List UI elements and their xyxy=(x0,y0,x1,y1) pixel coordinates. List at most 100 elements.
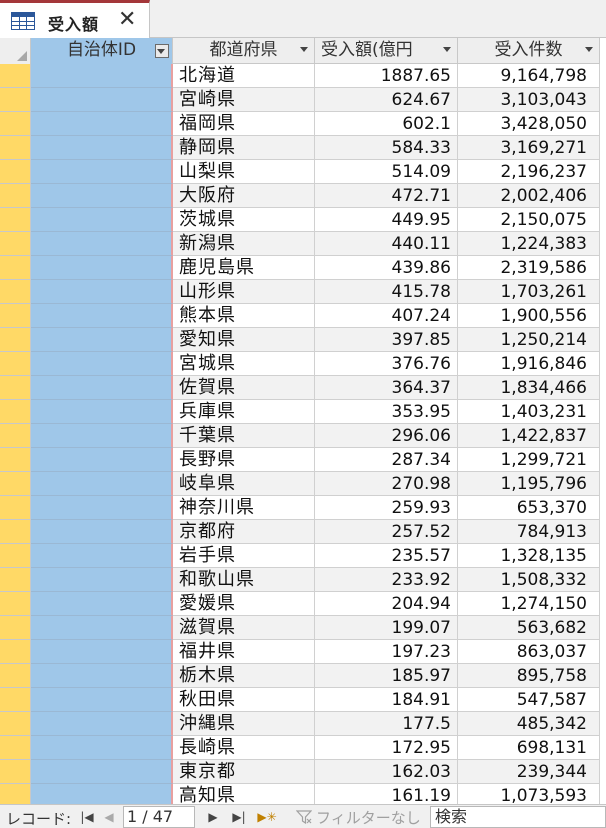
row-selector[interactable] xyxy=(0,184,31,208)
cell-count[interactable]: 239,344 xyxy=(458,760,600,784)
cell-prefecture[interactable]: 茨城県 xyxy=(173,208,315,232)
cell-prefecture[interactable]: 静岡県 xyxy=(173,136,315,160)
table-row[interactable]: 福井県 197.23 863,037 xyxy=(0,640,606,664)
row-selector[interactable] xyxy=(0,376,31,400)
cell-amount[interactable]: 1887.65 xyxy=(315,64,458,88)
cell-count[interactable]: 2,002,406 xyxy=(458,184,600,208)
cell-amount[interactable]: 376.76 xyxy=(315,352,458,376)
cell-count[interactable]: 653,370 xyxy=(458,496,600,520)
cell-amount[interactable]: 235.57 xyxy=(315,544,458,568)
cell-amount[interactable]: 172.95 xyxy=(315,736,458,760)
cell-count[interactable]: 1,274,150 xyxy=(458,592,600,616)
cell-amount[interactable]: 204.94 xyxy=(315,592,458,616)
cell-count[interactable]: 485,342 xyxy=(458,712,600,736)
table-row[interactable]: 秋田県 184.91 547,587 xyxy=(0,688,606,712)
table-row[interactable]: 兵庫県 353.95 1,403,231 xyxy=(0,400,606,424)
table-row[interactable]: 北海道 1887.65 9,164,798 xyxy=(0,64,606,88)
cell-prefecture[interactable]: 栃木県 xyxy=(173,664,315,688)
cell-prefecture[interactable]: 兵庫県 xyxy=(173,400,315,424)
row-selector[interactable] xyxy=(0,640,31,664)
table-row[interactable]: 高知県 161.19 1,073,593 xyxy=(0,784,606,804)
first-record-button[interactable]: |◀ xyxy=(80,809,94,825)
cell-amount[interactable]: 287.34 xyxy=(315,448,458,472)
cell-id[interactable] xyxy=(31,208,173,232)
table-row[interactable]: 栃木県 185.97 895,758 xyxy=(0,664,606,688)
cell-amount[interactable]: 197.23 xyxy=(315,640,458,664)
cell-prefecture[interactable]: 岐阜県 xyxy=(173,472,315,496)
table-row[interactable]: 宮崎県 624.67 3,103,043 xyxy=(0,88,606,112)
cell-id[interactable] xyxy=(31,520,173,544)
cell-prefecture[interactable]: 秋田県 xyxy=(173,688,315,712)
cell-id[interactable] xyxy=(31,376,173,400)
cell-count[interactable]: 3,428,050 xyxy=(458,112,600,136)
cell-amount[interactable]: 439.86 xyxy=(315,256,458,280)
cell-amount[interactable]: 177.5 xyxy=(315,712,458,736)
cell-amount[interactable]: 514.09 xyxy=(315,160,458,184)
table-row[interactable]: 京都府 257.52 784,913 xyxy=(0,520,606,544)
cell-count[interactable]: 2,150,075 xyxy=(458,208,600,232)
row-selector[interactable] xyxy=(0,208,31,232)
table-row[interactable]: 神奈川県 259.93 653,370 xyxy=(0,496,606,520)
cell-count[interactable]: 563,682 xyxy=(458,616,600,640)
cell-amount[interactable]: 397.85 xyxy=(315,328,458,352)
row-selector[interactable] xyxy=(0,424,31,448)
cell-id[interactable] xyxy=(31,424,173,448)
row-selector[interactable] xyxy=(0,256,31,280)
cell-prefecture[interactable]: 愛知県 xyxy=(173,328,315,352)
cell-count[interactable]: 547,587 xyxy=(458,688,600,712)
row-selector[interactable] xyxy=(0,592,31,616)
column-header-id[interactable]: 自治体ID xyxy=(31,38,173,64)
cell-id[interactable] xyxy=(31,616,173,640)
cell-id[interactable] xyxy=(31,400,173,424)
cell-id[interactable] xyxy=(31,760,173,784)
tab-table[interactable]: 受入額 ✕ xyxy=(0,0,150,38)
cell-prefecture[interactable]: 福井県 xyxy=(173,640,315,664)
cell-prefecture[interactable]: 沖縄県 xyxy=(173,712,315,736)
cell-amount[interactable]: 624.67 xyxy=(315,88,458,112)
row-selector[interactable] xyxy=(0,712,31,736)
table-row[interactable]: 千葉県 296.06 1,422,837 xyxy=(0,424,606,448)
row-selector[interactable] xyxy=(0,232,31,256)
cell-id[interactable] xyxy=(31,184,173,208)
cell-prefecture[interactable]: 和歌山県 xyxy=(173,568,315,592)
cell-count[interactable]: 784,913 xyxy=(458,520,600,544)
row-selector[interactable] xyxy=(0,544,31,568)
cell-amount[interactable]: 602.1 xyxy=(315,112,458,136)
cell-id[interactable] xyxy=(31,736,173,760)
cell-amount[interactable]: 364.37 xyxy=(315,376,458,400)
cell-amount[interactable]: 584.33 xyxy=(315,136,458,160)
table-row[interactable]: 鹿児島県 439.86 2,319,586 xyxy=(0,256,606,280)
cell-amount[interactable]: 472.71 xyxy=(315,184,458,208)
table-row[interactable]: 佐賀県 364.37 1,834,466 xyxy=(0,376,606,400)
row-selector[interactable] xyxy=(0,688,31,712)
cell-amount[interactable]: 257.52 xyxy=(315,520,458,544)
table-row[interactable]: 沖縄県 177.5 485,342 xyxy=(0,712,606,736)
cell-count[interactable]: 3,169,271 xyxy=(458,136,600,160)
cell-count[interactable]: 1,195,796 xyxy=(458,472,600,496)
cell-amount[interactable]: 415.78 xyxy=(315,280,458,304)
row-selector[interactable] xyxy=(0,496,31,520)
cell-id[interactable] xyxy=(31,328,173,352)
cell-id[interactable] xyxy=(31,640,173,664)
row-selector[interactable] xyxy=(0,160,31,184)
cell-prefecture[interactable]: 佐賀県 xyxy=(173,376,315,400)
cell-prefecture[interactable]: 愛媛県 xyxy=(173,592,315,616)
cell-id[interactable] xyxy=(31,784,173,804)
table-row[interactable]: 東京都 162.03 239,344 xyxy=(0,760,606,784)
cell-count[interactable]: 1,328,135 xyxy=(458,544,600,568)
table-row[interactable]: 大阪府 472.71 2,002,406 xyxy=(0,184,606,208)
cell-count[interactable]: 698,131 xyxy=(458,736,600,760)
table-row[interactable]: 愛知県 397.85 1,250,214 xyxy=(0,328,606,352)
cell-id[interactable] xyxy=(31,664,173,688)
cell-id[interactable] xyxy=(31,712,173,736)
cell-prefecture[interactable]: 福岡県 xyxy=(173,112,315,136)
cell-count[interactable]: 1,508,332 xyxy=(458,568,600,592)
row-selector[interactable] xyxy=(0,280,31,304)
row-selector[interactable] xyxy=(0,64,31,88)
cell-amount[interactable]: 407.24 xyxy=(315,304,458,328)
cell-id[interactable] xyxy=(31,496,173,520)
chevron-down-icon[interactable] xyxy=(585,47,593,52)
row-selector[interactable] xyxy=(0,88,31,112)
cell-id[interactable] xyxy=(31,64,173,88)
new-record-button[interactable]: ▶✳ xyxy=(254,809,280,825)
